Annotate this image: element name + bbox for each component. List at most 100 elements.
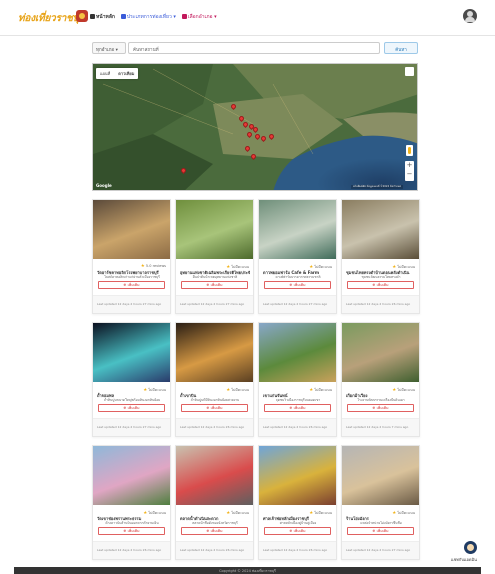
place-thumbnail[interactable] — [176, 446, 253, 505]
last-updated: Last updated 12 days 2 hours 27 mins ago — [263, 302, 328, 306]
search-button[interactable]: ค้นหา — [384, 42, 418, 54]
place-thumbnail[interactable] — [342, 323, 419, 382]
satellite-tab[interactable]: ดาวเทียม — [114, 68, 138, 79]
rating-text: 5.0 reviews — [145, 264, 166, 268]
chat-avatar-icon[interactable] — [464, 541, 477, 554]
more-icon: ⊕ — [372, 406, 376, 410]
place-thumbnail[interactable] — [342, 446, 419, 505]
map-panel[interactable]: แผนที่ ดาวเทียม + − Google แป้นพิมพ์ลัด … — [92, 63, 418, 191]
place-card[interactable]: ★ ไม่มีคะแนน เกือกม้าเวียง โรงงานหัตถกรร… — [341, 322, 420, 437]
place-card[interactable]: ★ ไม่มีคะแนน ศาลเจ้าพ่อหลักเมืองราชบุรี … — [258, 445, 337, 560]
card-footer: Last updated 12 days 2 hours 26 mins ago — [176, 418, 253, 436]
district-select[interactable]: ทุกอำเภอ ▾ — [92, 42, 126, 54]
place-thumbnail[interactable] — [176, 200, 253, 259]
place-thumbnail[interactable] — [93, 200, 170, 259]
last-updated: Last updated 12 days 2 hours 26 mins ago — [180, 548, 245, 552]
user-avatar[interactable] — [463, 9, 477, 23]
nav-menu: หน้าหลัก ประเภทการท่องเที่ยว ▾ เลือกอำเภ… — [90, 13, 217, 21]
place-description: โรงงานหัตถกรรมเครื่องปั้นดินเผา — [357, 398, 405, 402]
more-icon: ⊕ — [123, 283, 127, 287]
place-card[interactable]: ★ ไม่มีคะแนน ถ้ำจอมพล ถ้ำหินปูนขนาดใหญ่พ… — [92, 322, 171, 437]
more-label: เพิ่มเติม — [293, 529, 306, 533]
card-footer: Last updated 12 days 2 hours 26 mins ago — [93, 541, 170, 559]
place-description: แหล่งจำหน่ายโอ่งมังกรขึ้นชื่อ — [360, 521, 402, 525]
district-select-value: ทุกอำเภอ — [96, 48, 115, 53]
more-icon: ⊕ — [206, 283, 210, 287]
place-thumbnail[interactable] — [259, 323, 336, 382]
footer: Copyright © 2024 ท่องเที่ยวราชบุรี — [14, 567, 481, 574]
last-updated: Last updated 12 days 2 hours 7 mins ago — [346, 425, 409, 429]
map-tab[interactable]: แผนที่ — [96, 68, 114, 79]
place-thumbnail[interactable] — [259, 446, 336, 505]
filter-icon — [120, 14, 126, 19]
place-description: ถ้ำหินปูนขนาดใหญ่พร้อมหินงอกหินย้อย — [103, 398, 161, 402]
nav-home[interactable]: หน้าหลัก — [90, 13, 115, 21]
place-thumbnail[interactable] — [176, 323, 253, 382]
more-button[interactable]: ⊕ เพิ่มเติม — [181, 281, 248, 289]
more-button[interactable]: ⊕ เพิ่มเติม — [264, 527, 331, 535]
map-type-toggle: แผนที่ ดาวเทียม — [96, 68, 139, 79]
card-footer: Last updated 12 days 2 hours 26 mins ago — [259, 541, 336, 559]
street-view-icon[interactable] — [406, 145, 413, 156]
more-button[interactable]: ⊕ เพิ่มเติม — [98, 281, 165, 289]
place-thumbnail[interactable] — [342, 200, 419, 259]
place-description: ค้างคาวนับล้านบินออกจากถ้ำยามเย็น — [105, 521, 159, 525]
nav-category-dropdown[interactable]: ประเภทการท่องเที่ยว ▾ — [120, 13, 176, 21]
more-button[interactable]: ⊕ เพิ่มเติม — [264, 404, 331, 412]
home-icon — [90, 14, 95, 19]
nav-district-dropdown[interactable]: เลือกอำเภอ ▾ — [181, 13, 217, 21]
footer-copyright: Copyright © 2024 ท่องเที่ยวราชบุรี — [219, 569, 276, 573]
zoom-in-icon[interactable]: + — [405, 161, 414, 170]
place-description: ชุมชนวัฒนธรรมไทยทรงดำ — [361, 275, 401, 279]
place-card[interactable]: ★ ไม่มีคะแนน เขาแก่นจันทน์ จุดชมวิวเมือง… — [258, 322, 337, 437]
navbar: ท่องเที่ยวราชบุรี หน้าหลัก ประเภทการท่อง… — [0, 0, 495, 36]
map-attribution: แป้นพิมพ์ลัด ข้อมูลแผนที่ ©2024 ข้อกำหนด — [350, 185, 403, 189]
search-input[interactable]: ค้นหาสถานที่ — [128, 42, 380, 54]
place-card[interactable]: ★ ไม่มีคะแนน ดาวพยอมฟาร์ม Cafe & Farm คา… — [258, 199, 337, 314]
more-label: เพิ่มเติม — [127, 283, 140, 287]
more-button[interactable]: ⊕ เพิ่มเติม — [347, 281, 414, 289]
more-button[interactable]: ⊕ เพิ่มเติม — [98, 404, 165, 412]
more-label: เพิ่มเติม — [210, 406, 223, 410]
place-card[interactable]: ★ ไม่มีคะแนน ตลาดน้ำดำเนินสะดวก ตลาดน้ำช… — [175, 445, 254, 560]
card-footer: Last updated 12 days 2 hours 26 mins ago — [176, 541, 253, 559]
fullscreen-icon[interactable] — [405, 67, 414, 76]
card-footer: Last updated 12 days 2 hours 26 mins ago — [342, 295, 419, 313]
more-icon: ⊕ — [206, 406, 210, 410]
place-card[interactable]: ★ ไม่มีคะแนน ร้านโอ่งมังกร แหล่งจำหน่ายโ… — [341, 445, 420, 560]
more-button[interactable]: ⊕ เพิ่มเติม — [347, 527, 414, 535]
place-description: ตลาดน้ำชื่อดังของจังหวัดราชบุรี — [192, 521, 238, 525]
place-description: ผืนป่าต้นน้ำเขตอุทยานแห่งชาติ — [192, 275, 238, 279]
more-label: เพิ่มเติม — [376, 529, 389, 533]
more-button[interactable]: ⊕ เพิ่มเติม — [98, 527, 165, 535]
place-thumbnail[interactable] — [93, 323, 170, 382]
place-card[interactable]: ★ ไม่มีคะแนน วัดเขาช่องพรานพระธรรม ค้างค… — [92, 445, 171, 560]
more-label: เพิ่มเติม — [293, 283, 306, 287]
place-card[interactable]: ★ ไม่มีคะแนน อุทยานแห่งชาติเฉลิมพระเกียร… — [175, 199, 254, 314]
last-updated: Last updated 12 days 2 hours 27 mins ago — [97, 425, 162, 429]
nav-home-label: หน้าหลัก — [96, 14, 115, 20]
place-card[interactable]: ★ ไม่มีคะแนน ชุมชนไทยทรงดำบ้านดอนคลังดำเ… — [341, 199, 420, 314]
place-thumbnail[interactable] — [93, 446, 170, 505]
last-updated: Last updated 12 days 2 hours 26 mins ago — [346, 302, 411, 306]
place-card[interactable]: ★ 5.0 reviews วัดอาร์ชคาทอลิกโรงพยาบาลรา… — [92, 199, 171, 314]
more-button[interactable]: ⊕ เพิ่มเติม — [264, 281, 331, 289]
place-card[interactable]: ★ ไม่มีคะแนน ถ้ำเขาบิน ถ้ำหินปูนที่มีหิน… — [175, 322, 254, 437]
more-button[interactable]: ⊕ เพิ่มเติม — [181, 527, 248, 535]
brand-icon[interactable] — [76, 10, 88, 22]
nav-district-label: เลือกอำเภอ — [187, 14, 213, 20]
chat-label[interactable]: แชทกับแอดมิน — [451, 556, 477, 563]
zoom-control: + − — [405, 161, 414, 181]
card-footer: Last updated 12 days 2 hours 7 mins ago — [342, 418, 419, 436]
google-logo: Google — [96, 183, 112, 188]
more-icon: ⊕ — [289, 529, 293, 533]
brand-logo-text[interactable]: ท่องเที่ยวราชบุรี — [18, 11, 84, 26]
more-label: เพิ่มเติม — [127, 406, 140, 410]
place-description: ศาลหลักเมืองคู่บ้านคู่เมือง — [279, 521, 317, 525]
place-thumbnail[interactable] — [259, 200, 336, 259]
card-footer: Last updated 12 days 2 hours 27 mins ago — [93, 418, 170, 436]
more-button[interactable]: ⊕ เพิ่มเติม — [347, 404, 414, 412]
zoom-out-icon[interactable]: − — [405, 170, 414, 179]
map-icon — [181, 14, 187, 19]
more-button[interactable]: ⊕ เพิ่มเติม — [181, 404, 248, 412]
